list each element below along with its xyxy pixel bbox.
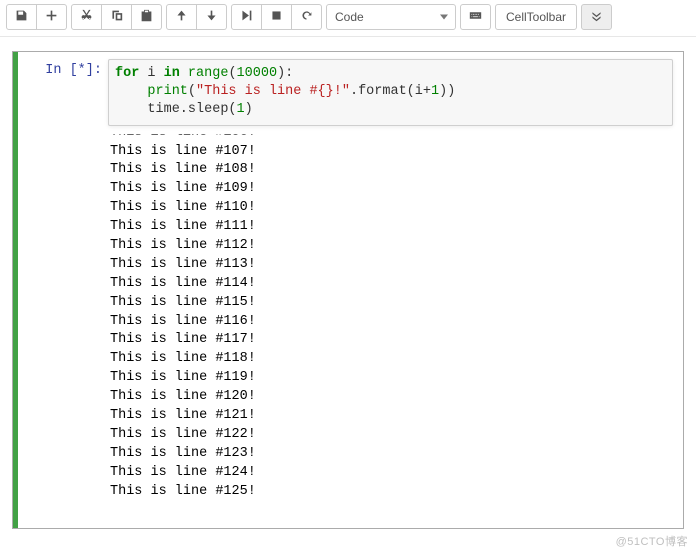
output-line: This is line #111! — [110, 218, 673, 237]
copy-button[interactable] — [102, 4, 132, 30]
run-button[interactable] — [231, 4, 262, 30]
output-line: This is line #123! — [110, 445, 673, 464]
output-line: This is line #107! — [110, 143, 673, 162]
expand-toolbar-button[interactable] — [581, 4, 612, 30]
watermark: @51CTO博客 — [616, 533, 688, 549]
arrow-down-icon — [205, 9, 218, 25]
cell-toolbar-label: CellToolbar — [506, 10, 566, 24]
output-line-partial: This is line #106! — [110, 124, 673, 143]
cell-content: for i in range(10000): print("This is li… — [108, 55, 679, 528]
output-line: This is line #112! — [110, 237, 673, 256]
code-input[interactable]: for i in range(10000): print("This is li… — [108, 59, 673, 126]
output-line: This is line #108! — [110, 161, 673, 180]
output-line: This is line #120! — [110, 388, 673, 407]
command-palette-button[interactable] — [460, 4, 491, 30]
output-line: This is line #122! — [110, 426, 673, 445]
code-cell[interactable]: In [*]: for i in range(10000): print("Th… — [13, 52, 683, 528]
cut-button[interactable] — [71, 4, 102, 30]
restart-button[interactable] — [292, 4, 322, 30]
save-icon — [15, 9, 28, 25]
cell-toolbar-button[interactable]: CellToolbar — [495, 4, 577, 30]
interrupt-button[interactable] — [262, 4, 292, 30]
add-cell-button[interactable] — [37, 4, 67, 30]
arrow-up-icon — [175, 9, 188, 25]
output-area: This is line #106! This is line #107!Thi… — [108, 124, 673, 502]
refresh-icon — [300, 9, 313, 25]
step-forward-icon — [240, 9, 253, 25]
output-line: This is line #124! — [110, 464, 673, 483]
toolbar: Code CellToolbar — [0, 0, 696, 37]
output-line: This is line #109! — [110, 180, 673, 199]
output-line: This is line #110! — [110, 199, 673, 218]
cell-type-value: Code — [335, 10, 364, 24]
output-line: This is line #118! — [110, 350, 673, 369]
save-button[interactable] — [6, 4, 37, 30]
paste-button[interactable] — [132, 4, 162, 30]
output-line: This is line #114! — [110, 275, 673, 294]
chevrons-down-icon — [590, 9, 603, 25]
output-line: This is line #113! — [110, 256, 673, 275]
keyboard-icon — [469, 9, 482, 25]
stop-icon — [270, 9, 283, 25]
copy-icon — [110, 9, 123, 25]
move-down-button[interactable] — [197, 4, 227, 30]
output-line: This is line #125! — [110, 483, 673, 502]
output-line: This is line #117! — [110, 331, 673, 350]
move-up-button[interactable] — [166, 4, 197, 30]
paste-icon — [140, 9, 153, 25]
output-line: This is line #119! — [110, 369, 673, 388]
notebook-container: In [*]: for i in range(10000): print("Th… — [12, 51, 684, 529]
output-line: This is line #121! — [110, 407, 673, 426]
scissors-icon — [80, 9, 93, 25]
output-line: This is line #116! — [110, 313, 673, 332]
output-line: This is line #115! — [110, 294, 673, 313]
cell-type-select[interactable]: Code — [326, 4, 456, 30]
input-prompt: In [*]: — [18, 55, 108, 528]
plus-icon — [45, 9, 58, 25]
chevron-down-icon — [440, 15, 448, 20]
